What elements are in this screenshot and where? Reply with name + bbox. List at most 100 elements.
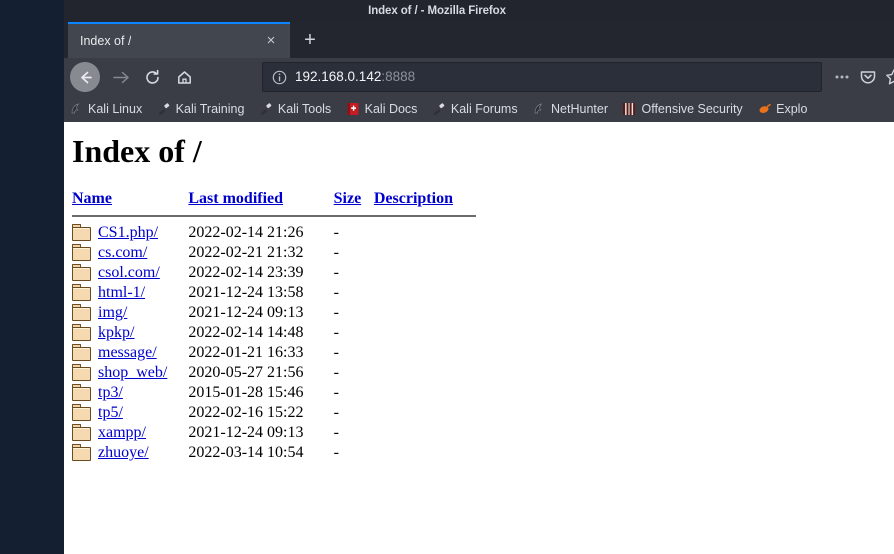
bookmark-offensive-security[interactable]: Offensive Security <box>617 96 747 122</box>
cell-last-modified: 2015-01-28 15:46 <box>188 384 304 401</box>
info-circle-icon[interactable] <box>272 63 287 91</box>
bookmarks-toolbar: Kali Linux Kali Training Kali Tools Kali… <box>64 96 894 122</box>
url-port: :8888 <box>381 69 416 84</box>
forward-arrow-icon[interactable] <box>108 65 132 89</box>
directory-link[interactable]: shop_web/ <box>98 364 167 381</box>
sort-by-date-link[interactable]: Last modified <box>188 190 283 207</box>
directory-link[interactable]: html-1/ <box>98 284 145 301</box>
pocket-icon[interactable] <box>856 62 880 92</box>
url-bar[interactable]: 192.168.0.142:8888 <box>262 62 822 92</box>
bookmark-label: Kali Docs <box>364 102 418 116</box>
bookmark-label: Kali Training <box>175 102 245 116</box>
desktop-background <box>0 0 64 554</box>
cell-name: img/ <box>98 303 188 323</box>
folder-icon <box>72 283 98 303</box>
page-actions-ellipsis-icon[interactable] <box>830 62 854 92</box>
bookmark-kali-linux[interactable]: Kali Linux <box>64 96 147 122</box>
tab-index-of[interactable]: Index of / × <box>68 22 290 58</box>
cell-size: - <box>333 424 339 441</box>
navigation-toolbar: 192.168.0.142:8888 <box>64 58 894 96</box>
directory-listing-table: Name Last modified Size Description CS1.… <box>72 190 476 463</box>
cell-name: xampp/ <box>98 423 188 443</box>
reload-icon[interactable] <box>140 65 164 89</box>
back-arrow-icon[interactable] <box>70 62 100 92</box>
bookmark-label: Explo <box>776 102 808 116</box>
folder-icon <box>72 403 98 423</box>
folder-icon <box>72 383 98 403</box>
offsec-logo-icon <box>621 101 637 117</box>
directory-link[interactable]: cs.com/ <box>98 244 147 261</box>
folder-icon <box>72 363 98 383</box>
sort-by-description-link[interactable]: Description <box>374 190 453 207</box>
cell-description <box>374 423 476 443</box>
cell-description <box>374 443 476 463</box>
cell-last-modified: 2021-12-24 13:58 <box>188 284 304 301</box>
url-input[interactable]: 192.168.0.142:8888 <box>295 63 415 91</box>
table-row: zhuoye/2022-03-14 10:54 - <box>72 443 476 463</box>
bookmark-kali-training[interactable]: Kali Training <box>152 96 250 122</box>
cell-description <box>374 343 476 363</box>
cell-description <box>374 383 476 403</box>
table-row: cs.com/2022-02-21 21:32 - <box>72 243 476 263</box>
directory-link[interactable]: message/ <box>98 344 157 361</box>
bookmark-star-icon[interactable] <box>882 62 894 92</box>
cell-last-modified: 2022-02-21 21:32 <box>188 244 304 261</box>
cell-last-modified: 2022-03-14 10:54 <box>188 444 304 461</box>
home-icon[interactable] <box>172 65 196 89</box>
cell-last-modified: 2021-12-24 09:13 <box>188 304 304 321</box>
cell-name: csol.com/ <box>98 263 188 283</box>
table-row: kpkp/2022-02-14 14:48 - <box>72 323 476 343</box>
column-header-last-modified[interactable]: Last modified <box>188 190 333 210</box>
table-row: html-1/2021-12-24 13:58 - <box>72 283 476 303</box>
directory-link[interactable]: img/ <box>98 304 127 321</box>
bookmark-kali-forums[interactable]: Kali Forums <box>427 96 523 122</box>
column-header-description[interactable]: Description <box>374 190 476 210</box>
kali-dragon-icon <box>68 101 84 117</box>
cell-description <box>374 223 476 243</box>
window-title: Index of / - Mozilla Firefox <box>368 5 506 17</box>
new-tab-button[interactable]: + <box>296 27 324 53</box>
red-book-icon <box>345 101 361 117</box>
cell-description <box>374 303 476 323</box>
directory-link[interactable]: xampp/ <box>98 424 146 441</box>
cell-last-modified: 2022-02-14 23:39 <box>188 264 304 281</box>
cell-last-modified: 2022-02-14 21:26 <box>188 224 304 241</box>
table-row: xampp/2021-12-24 09:13 - <box>72 423 476 443</box>
cell-description <box>374 263 476 283</box>
cell-size: - <box>333 404 339 421</box>
close-icon[interactable]: × <box>261 24 281 58</box>
cell-size: - <box>333 224 339 241</box>
column-header-size[interactable]: Size <box>334 190 374 210</box>
table-row: tp3/2015-01-28 15:46 - <box>72 383 476 403</box>
table-row: CS1.php/2022-02-14 21:26 - <box>72 223 476 243</box>
bookmark-nethunter[interactable]: NetHunter <box>527 96 613 122</box>
sort-by-name-link[interactable]: Name <box>72 190 112 207</box>
cell-name: tp5/ <box>98 403 188 423</box>
directory-link[interactable]: tp5/ <box>98 404 123 421</box>
folder-icon <box>72 243 98 263</box>
directory-link[interactable]: zhuoye/ <box>98 444 149 461</box>
cell-size: - <box>333 444 339 461</box>
sort-by-size-link[interactable]: Size <box>334 190 362 207</box>
cell-name: zhuoye/ <box>98 443 188 463</box>
directory-link[interactable]: tp3/ <box>98 384 123 401</box>
cell-size: - <box>333 344 339 361</box>
column-header-name[interactable]: Name <box>72 190 188 210</box>
header-rule-row <box>72 210 476 223</box>
bookmark-kali-tools[interactable]: Kali Tools <box>254 96 336 122</box>
bookmark-label: Kali Linux <box>88 102 143 116</box>
firefox-browser-window: Index of / - Mozilla Firefox Index of / … <box>64 0 894 554</box>
table-row: img/2021-12-24 09:13 - <box>72 303 476 323</box>
directory-link[interactable]: CS1.php/ <box>98 224 158 241</box>
folder-icon <box>72 303 98 323</box>
table-row: tp5/2022-02-16 15:22 - <box>72 403 476 423</box>
cell-size: - <box>333 264 339 281</box>
bookmark-exploit-db[interactable]: Explo <box>752 96 812 122</box>
cell-name: cs.com/ <box>98 243 188 263</box>
table-row: message/2022-01-21 16:33 - <box>72 343 476 363</box>
cell-name: kpkp/ <box>98 323 188 343</box>
bookmark-kali-docs[interactable]: Kali Docs <box>341 96 423 122</box>
directory-link[interactable]: csol.com/ <box>98 264 160 281</box>
table-header-row: Name Last modified Size Description <box>72 190 476 210</box>
directory-link[interactable]: kpkp/ <box>98 324 134 341</box>
